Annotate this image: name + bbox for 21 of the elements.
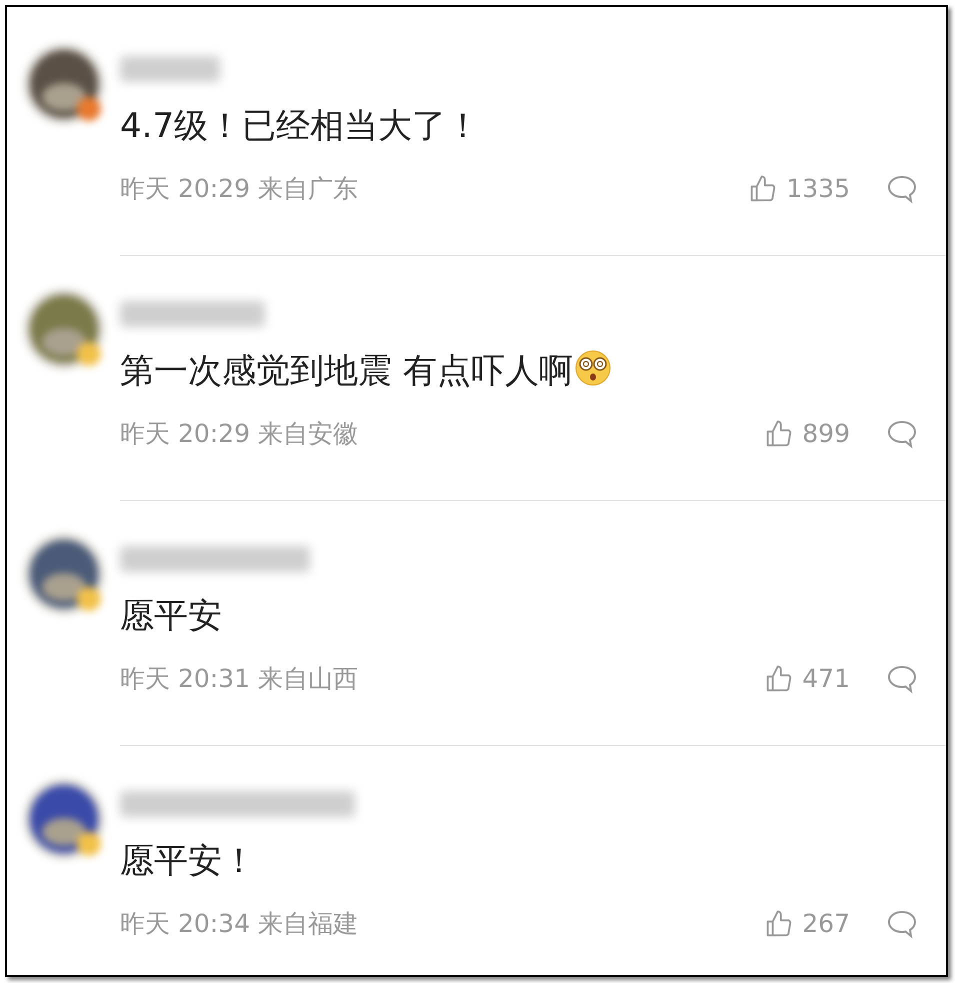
- reply-button[interactable]: [886, 908, 918, 939]
- speech-bubble-icon: [886, 908, 918, 939]
- comment-time-location: 昨天 20:34 来自福建: [120, 908, 358, 940]
- comment-text: 第一次感觉到地震 有点吓人啊: [120, 351, 573, 391]
- comment-text: 4.7级！已经相当大了！: [120, 106, 480, 146]
- like-button[interactable]: 267: [764, 905, 850, 942]
- comment-time-location: 昨天 20:29 来自安徽: [120, 418, 358, 450]
- speech-bubble-icon: [886, 418, 918, 449]
- like-button[interactable]: 471: [764, 660, 850, 698]
- like-button[interactable]: 1335: [748, 170, 850, 208]
- reply-button[interactable]: [886, 664, 918, 694]
- reply-button[interactable]: [886, 418, 918, 449]
- reply-button[interactable]: [886, 174, 918, 204]
- comment-time-location: 昨天 20:31 来自山西: [120, 663, 358, 695]
- speech-bubble-icon: [886, 664, 918, 694]
- speech-bubble-icon: [886, 174, 918, 204]
- comment-time-location: 昨天 20:29 来自广东: [120, 173, 358, 205]
- comment-text: 愿平安！: [120, 841, 256, 881]
- comment-text: 愿平安: [120, 596, 222, 636]
- dizzy-emoji-icon: [574, 350, 611, 386]
- like-button[interactable]: 899: [764, 415, 850, 452]
